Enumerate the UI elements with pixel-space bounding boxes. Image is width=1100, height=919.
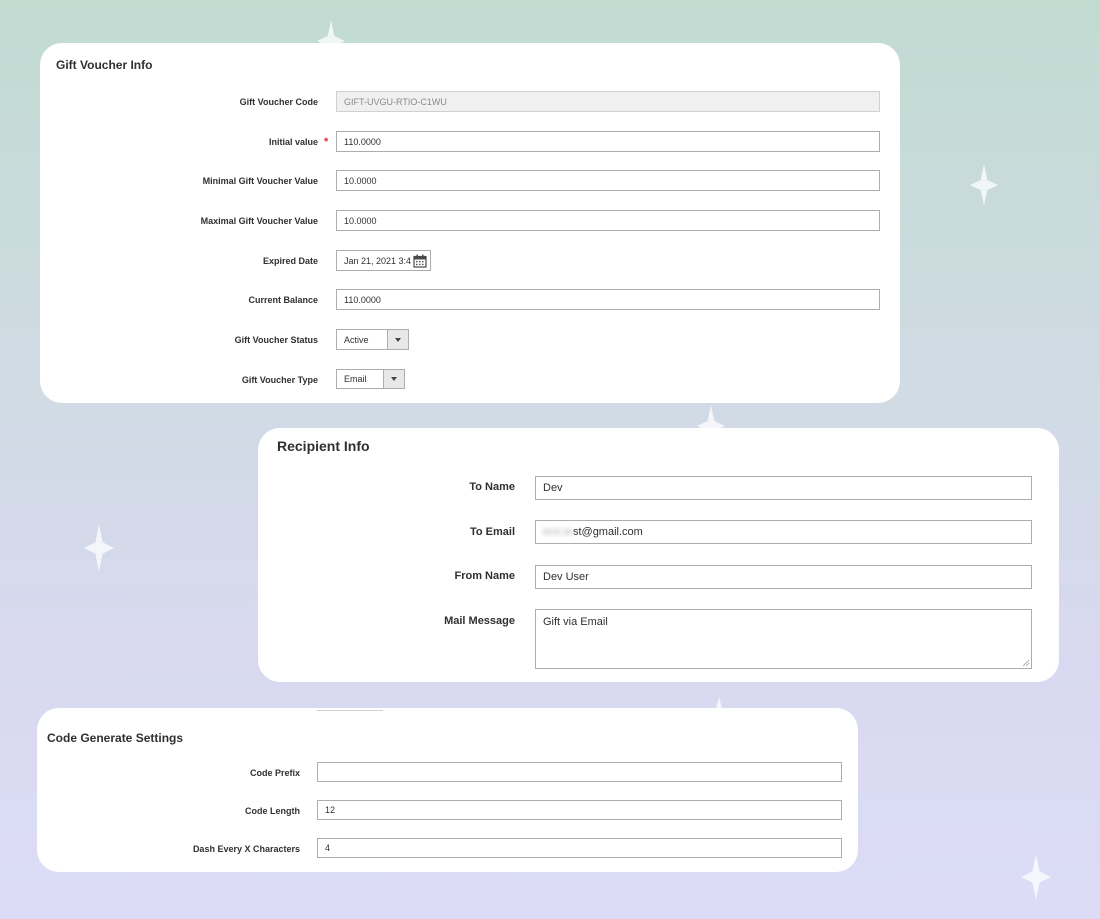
sparkle-icon	[84, 524, 114, 572]
code-length-input[interactable]: 12	[317, 800, 842, 820]
to-email-label: To Email	[469, 526, 515, 538]
dash-every-input[interactable]: 4	[317, 838, 842, 858]
dash-every-label: Dash Every X Characters	[192, 844, 300, 854]
current-balance-label: Current Balance	[248, 295, 318, 305]
chevron-down-icon	[391, 377, 397, 381]
voucher-type-value: Email	[344, 374, 367, 384]
to-name-label: To Name	[469, 481, 515, 493]
initial-value-input[interactable]: 110.0000	[336, 131, 880, 152]
maximal-value-label: Maximal Gift Voucher Value	[200, 216, 318, 226]
required-mark: *	[324, 136, 329, 148]
minimal-value-label: Minimal Gift Voucher Value	[202, 176, 318, 186]
to-email-input[interactable]: test.te st@gmail.com	[535, 520, 1032, 544]
to-email-redacted: test.te	[543, 526, 573, 538]
sparkle-icon	[1021, 854, 1051, 900]
calendar-icon[interactable]	[413, 254, 427, 268]
voucher-status-value: Active	[344, 334, 369, 345]
resize-handle-icon[interactable]	[1022, 659, 1030, 667]
from-name-label: From Name	[454, 570, 515, 582]
code-prefix-label: Code Prefix	[249, 768, 300, 778]
mail-message-label: Mail Message	[444, 615, 515, 627]
voucher-type-select[interactable]: Email	[336, 369, 405, 389]
expired-date-value: Jan 21, 2021 3:4	[344, 255, 412, 266]
initial-value-label: Initial value	[268, 137, 318, 147]
code-length-label: Code Length	[245, 806, 300, 816]
code-prefix-input[interactable]	[317, 762, 842, 782]
section-title: Code Generate Settings	[47, 731, 184, 745]
to-name-input[interactable]: Dev	[535, 476, 1032, 500]
gift-voucher-code-label: Gift Voucher Code	[239, 97, 318, 107]
to-email-value: st@gmail.com	[572, 526, 643, 538]
chevron-down-icon	[395, 337, 401, 342]
mail-message-textarea[interactable]: Gift via Email	[535, 609, 1032, 669]
expired-date-input[interactable]: Jan 21, 2021 3:4	[336, 250, 431, 271]
mail-message-value: Gift via Email	[543, 616, 608, 628]
section-title: Gift Voucher Info	[56, 58, 153, 72]
status-dropdown-button[interactable]	[387, 330, 408, 349]
gift-voucher-info-card: Gift Voucher Info Gift Voucher Code GIFT…	[40, 43, 900, 403]
minimal-value-input[interactable]: 10.0000	[336, 170, 880, 191]
type-dropdown-button[interactable]	[383, 370, 404, 388]
current-balance-input[interactable]: 110.0000	[336, 289, 880, 310]
from-name-input[interactable]: Dev User	[535, 565, 1032, 589]
section-title: Recipient Info	[277, 438, 370, 454]
recipient-info-card: Recipient Info To Name Dev To Email test…	[258, 428, 1059, 682]
gift-voucher-code-field: GIFT-UVGU-RTIO-C1WU	[336, 91, 880, 112]
voucher-type-label: Gift Voucher Type	[241, 375, 318, 385]
maximal-value-input[interactable]: 10.0000	[336, 210, 880, 231]
voucher-status-select[interactable]: Active	[336, 329, 409, 350]
sparkle-icon	[970, 164, 998, 206]
code-generate-settings-card: Code Generate Settings Code Prefix Code …	[37, 708, 858, 872]
voucher-status-label: Gift Voucher Status	[234, 335, 318, 345]
expired-date-label: Expired Date	[262, 256, 318, 266]
divider	[317, 710, 383, 711]
